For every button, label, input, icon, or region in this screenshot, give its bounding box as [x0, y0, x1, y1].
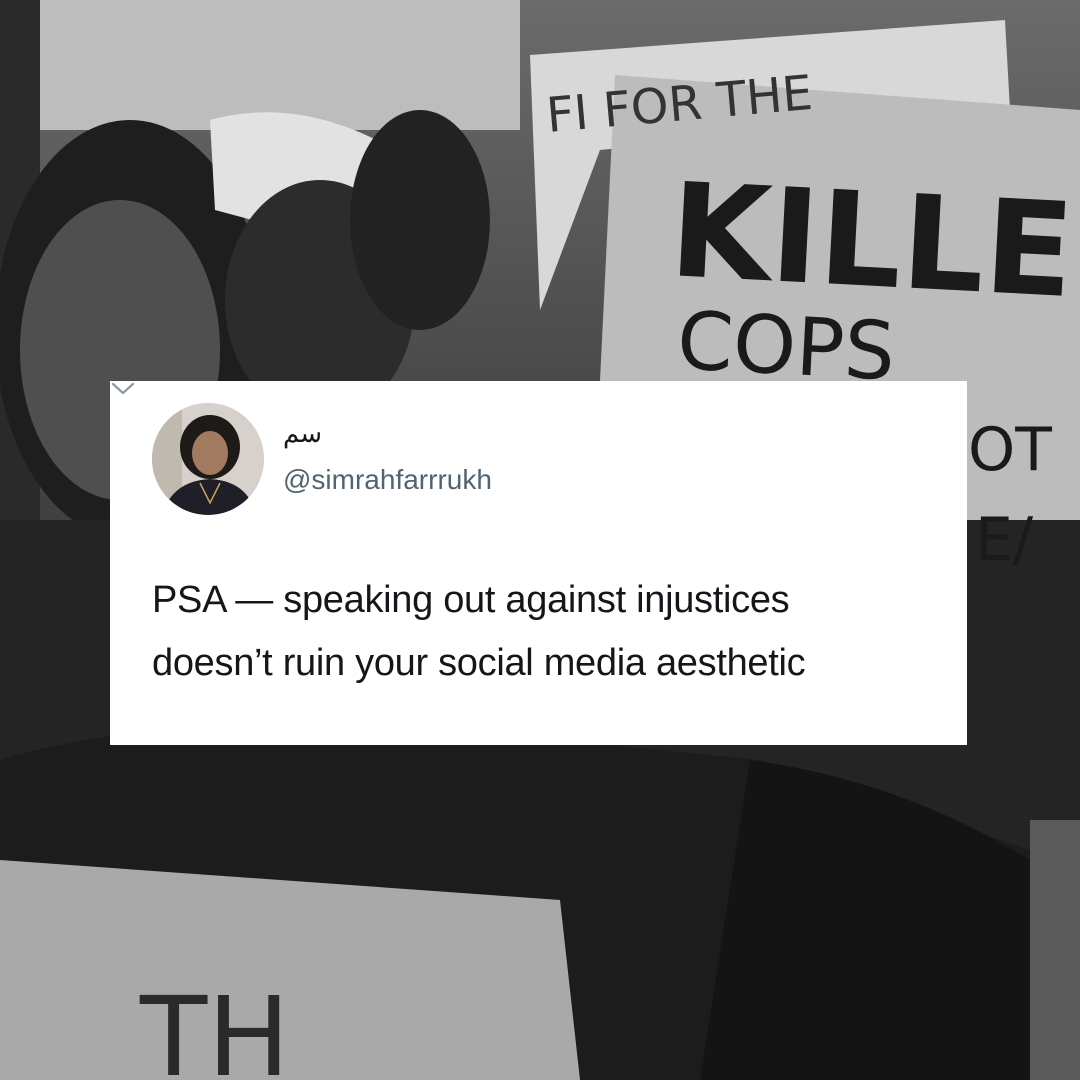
user-handle[interactable]: @simrahfarrrukh	[283, 463, 492, 497]
chevron-down-icon[interactable]	[110, 381, 136, 397]
tweet-text-line: doesn’t ruin your social media aesthetic	[152, 642, 806, 684]
sign-text-right-1: OT	[968, 415, 1052, 485]
protest-photo-background: FI FOR THE KILLER COPS OT E/ TH سم @simr…	[0, 0, 1080, 1080]
tweet-card[interactable]: سم @simrahfarrrukh PSA — speaking out ag…	[110, 381, 967, 745]
avatar-image	[152, 403, 264, 515]
tweet-text-line: PSA — speaking out against injustices	[152, 579, 790, 621]
tweet-text: PSA — speaking out against injustices do…	[152, 569, 942, 695]
display-name[interactable]: سم	[283, 419, 322, 449]
avatar[interactable]	[152, 403, 264, 515]
sign-text-bottom: TH	[139, 973, 290, 1080]
sign-text-right-2: E/	[975, 505, 1034, 575]
